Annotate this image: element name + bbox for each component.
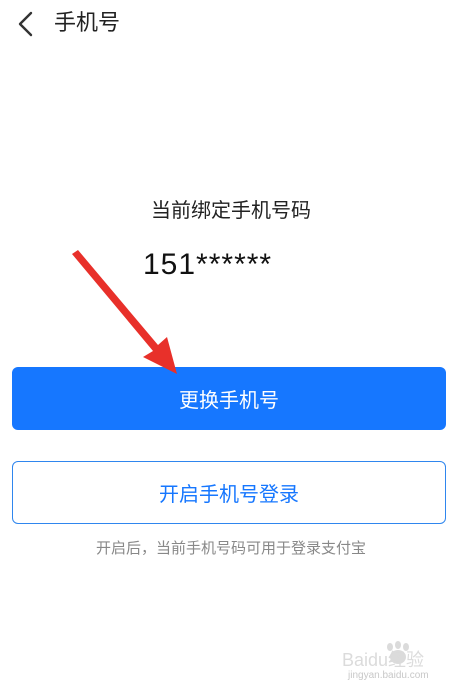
change-phone-button[interactable]: 更换手机号 [12,367,446,430]
bound-phone-label: 当前绑定手机号码 [151,198,311,222]
watermark-logo-text: Baidu经验 [342,650,424,670]
watermark-url: jingyan.baidu.com [348,670,429,681]
red-arrow-icon [72,250,177,374]
enable-phone-login-button[interactable]: 开启手机号登录 [12,461,446,524]
watermark: Baidu经验 jingyan.baidu.com [338,640,454,684]
baidu-paw-icon: Baidu经验 [342,641,424,670]
hint-text: 开启后，当前手机号码可用于登录支付宝 [95,539,366,557]
chevron-left-icon[interactable] [12,8,42,40]
header: 手机号 [0,0,462,48]
phone-number: 151****** [143,248,273,281]
page-title: 手机号 [54,11,121,36]
